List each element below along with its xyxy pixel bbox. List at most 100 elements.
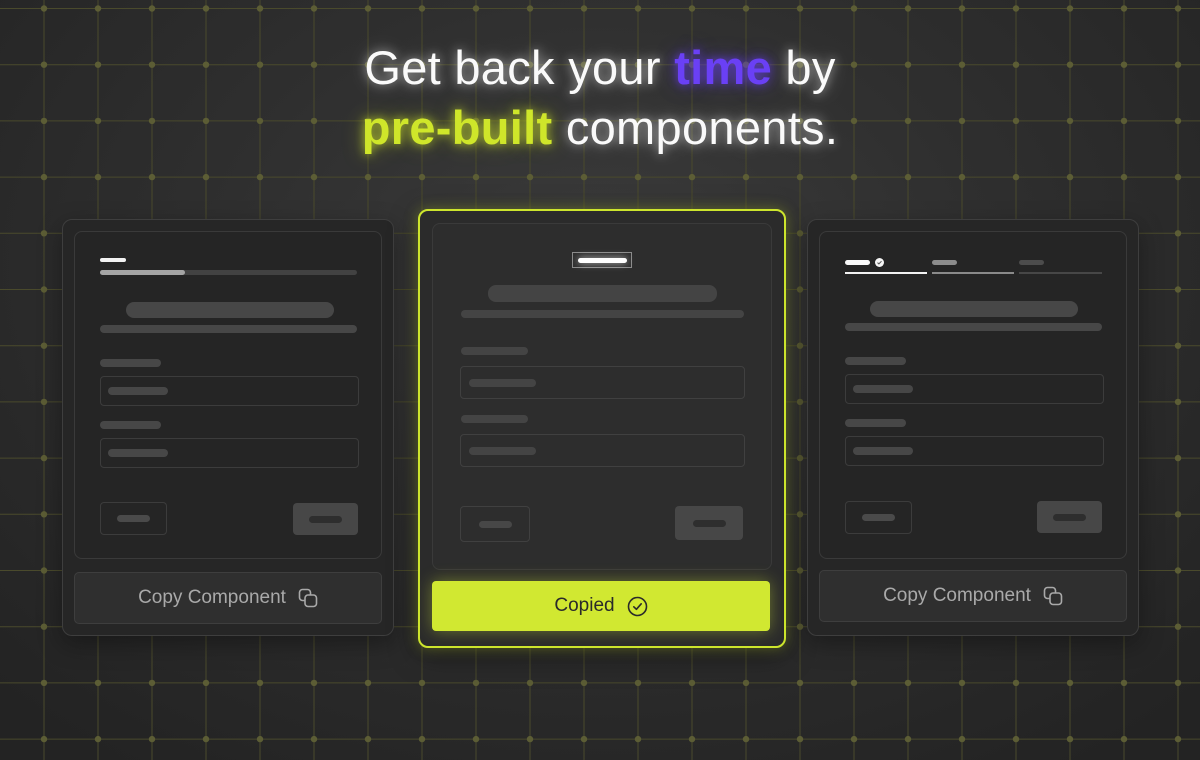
grid-dot	[526, 679, 534, 687]
copy-icon	[298, 588, 318, 608]
grid-dot	[40, 230, 48, 237]
grid-dot	[688, 173, 696, 181]
form-preview	[74, 231, 382, 559]
grid-dot	[1174, 230, 1182, 237]
headline-text: components.	[565, 101, 839, 154]
grid-dot	[1012, 735, 1020, 743]
label-placeholder	[461, 415, 528, 423]
grid-dot	[850, 735, 858, 743]
grid-dot	[1066, 5, 1074, 12]
copy-component-button[interactable]: Copy Component	[819, 570, 1127, 622]
grid-dot	[1174, 342, 1182, 349]
headline-accent-time: time	[674, 41, 773, 94]
progress-fill	[100, 270, 185, 275]
grid-dot	[1174, 286, 1182, 293]
input-text-placeholder	[853, 447, 913, 455]
headline-line-2: pre-built components.	[0, 98, 1200, 158]
grid-dot	[1012, 679, 1020, 687]
grid-dot	[526, 735, 534, 743]
input-text-placeholder	[853, 385, 913, 393]
grid-dot	[1066, 735, 1074, 743]
grid-dot	[688, 735, 696, 743]
input-placeholder	[100, 376, 359, 406]
grid-dot	[850, 173, 858, 181]
grid-dot	[94, 735, 102, 743]
grid-dot	[40, 398, 48, 406]
grid-dot	[148, 679, 156, 687]
grid-dot	[40, 286, 48, 293]
back-button-placeholder	[100, 502, 167, 535]
grid-dot	[850, 679, 858, 687]
grid-dot	[202, 679, 210, 687]
copy-component-button[interactable]: Copy Component	[74, 572, 382, 624]
grid-dot	[1174, 511, 1182, 518]
grid-dot	[796, 398, 804, 406]
grid-dot	[94, 173, 102, 181]
grid-dot	[580, 679, 588, 687]
form-preview	[819, 231, 1127, 559]
grid-dot	[742, 5, 750, 12]
grid-dot	[1120, 679, 1128, 687]
input-text-placeholder	[469, 379, 536, 387]
input-placeholder	[460, 366, 745, 399]
grid-dot	[40, 679, 48, 687]
check-circle-icon	[627, 596, 648, 617]
grid-dot	[94, 679, 102, 687]
input-placeholder	[100, 438, 359, 468]
subtitle-placeholder	[461, 310, 744, 318]
grid-dot	[958, 5, 966, 12]
back-button-placeholder	[460, 506, 530, 542]
grid-dot	[904, 173, 912, 181]
grid-dot	[634, 5, 642, 12]
grid-dot	[94, 5, 102, 12]
grid-dot	[256, 173, 264, 181]
grid-dot	[958, 735, 966, 743]
grid-dot	[40, 623, 48, 630]
label-placeholder	[845, 357, 906, 365]
title-placeholder	[870, 301, 1078, 317]
step-label-placeholder	[100, 258, 126, 262]
grid-dot	[1174, 454, 1182, 462]
grid-dot	[580, 735, 588, 743]
headline-text: Get back your	[364, 41, 661, 94]
component-card-stepper: Copy Component	[807, 219, 1139, 636]
headline-line-1: Get back your time by	[0, 38, 1200, 98]
grid-dot	[526, 5, 534, 12]
grid-dot	[364, 173, 372, 181]
headline-accent-pre-built: pre-built	[361, 101, 553, 154]
grid-dot	[256, 735, 264, 743]
grid-dot	[202, 5, 210, 12]
copied-button[interactable]: Copied	[432, 581, 770, 631]
grid-dot	[796, 623, 804, 630]
grid-dot	[796, 5, 804, 12]
step-complete-check-icon	[875, 258, 884, 267]
component-card-copied: Copied	[418, 209, 786, 648]
grid-dot	[364, 679, 372, 687]
grid-dot	[1012, 173, 1020, 181]
grid-dot	[1174, 679, 1182, 687]
grid-dot	[796, 454, 804, 462]
input-text-placeholder	[469, 447, 536, 455]
grid-dot	[40, 173, 48, 181]
grid-dot	[40, 454, 48, 462]
headline-text: by	[785, 41, 836, 94]
grid-dot	[634, 173, 642, 181]
input-placeholder	[460, 434, 745, 467]
grid-dot	[688, 5, 696, 12]
grid-dot	[580, 173, 588, 181]
grid-dot	[418, 5, 426, 12]
grid-dot	[634, 735, 642, 743]
grid-dot	[688, 679, 696, 687]
next-button-placeholder	[293, 503, 358, 535]
grid-dot	[796, 735, 804, 743]
grid-dot	[796, 230, 804, 237]
grid-dot	[40, 342, 48, 349]
back-button-placeholder	[845, 501, 912, 534]
grid-dot	[202, 735, 210, 743]
progress-track	[100, 270, 357, 275]
grid-dot	[472, 735, 480, 743]
grid-dot	[904, 735, 912, 743]
grid-dot	[1174, 398, 1182, 406]
grid-dot	[148, 735, 156, 743]
grid-dot	[1120, 735, 1128, 743]
